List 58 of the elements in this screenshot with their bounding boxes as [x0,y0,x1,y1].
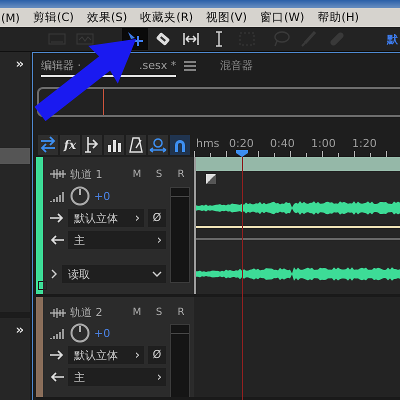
time-label: 0:40 [270,137,296,150]
waveform-icon [50,308,66,318]
phase-button[interactable]: Ø [148,209,166,227]
menu-icon[interactable] [184,61,196,71]
menu-item[interactable]: (M) [1,10,20,24]
volume-level-icon [50,189,66,203]
move-tool-icon [126,30,144,48]
phase-button[interactable]: Ø [148,346,166,364]
waveform-icon [50,169,66,179]
automation-dropdown[interactable]: 读取 [62,265,166,283]
menu-item[interactable]: 帮助(H) [317,10,359,25]
expand-button[interactable]: » [0,318,30,338]
playhead-marker [103,89,104,115]
swap-icon [39,136,57,154]
menu-item[interactable]: 视图(V) [206,10,248,25]
metronome-icon [127,136,145,154]
output-dropdown[interactable]: 默认立体 › [68,346,144,364]
menu-item[interactable]: 窗口(W) [260,10,304,25]
volume-value[interactable]: +0 [94,326,110,340]
input-dropdown[interactable]: 主 › [68,368,166,386]
menu-item[interactable]: 收藏夹(R) [140,10,194,25]
volume-level-icon [50,326,66,340]
chevron-down-icon [152,271,162,277]
record-button[interactable]: R [172,307,190,318]
solo-button[interactable]: S [150,168,168,180]
mute-button[interactable]: M [128,168,146,180]
volume-value[interactable]: +0 [94,190,110,202]
editor-tab[interactable]: 混音器 [220,55,254,77]
time-unit: hms [196,137,220,150]
input-arrow-icon [50,235,64,245]
output-dropdown[interactable]: 默认立体 › [68,209,144,227]
expand-button[interactable]: » [0,52,30,72]
menu-item[interactable]: 效果(S) [86,10,128,25]
overview-bar[interactable] [37,87,400,117]
fade-handle[interactable] [206,174,216,184]
input-arrow-icon [50,372,64,382]
output-arrow-icon [50,350,64,360]
stopwatch-icon [149,136,167,154]
expand-icon[interactable] [50,269,58,279]
track-name[interactable]: 轨道 2 [70,305,124,320]
volume-knob[interactable] [70,323,90,343]
input-dropdown[interactable]: 主 › [68,231,166,249]
track-tool-button[interactable]: fx [60,135,80,155]
time-label: 1:00 [311,137,337,150]
track-select-checkbox[interactable] [38,281,47,290]
solo-button[interactable]: S [150,307,168,318]
track-name[interactable]: 轨道 1 [70,166,124,182]
volume-knob[interactable] [70,186,90,206]
send-icon [83,136,101,154]
menu-item[interactable]: 剪辑(C) [32,10,74,25]
mute-button[interactable]: M [128,307,146,318]
time-label: 1:20 [352,137,378,150]
clip-header[interactable] [196,157,400,171]
slip-tool-icon [182,30,200,48]
workspace-label[interactable]: 默 [387,32,400,46]
output-arrow-icon [50,213,64,223]
record-button[interactable]: R [172,168,190,180]
time-label: 0:20 [229,137,255,150]
